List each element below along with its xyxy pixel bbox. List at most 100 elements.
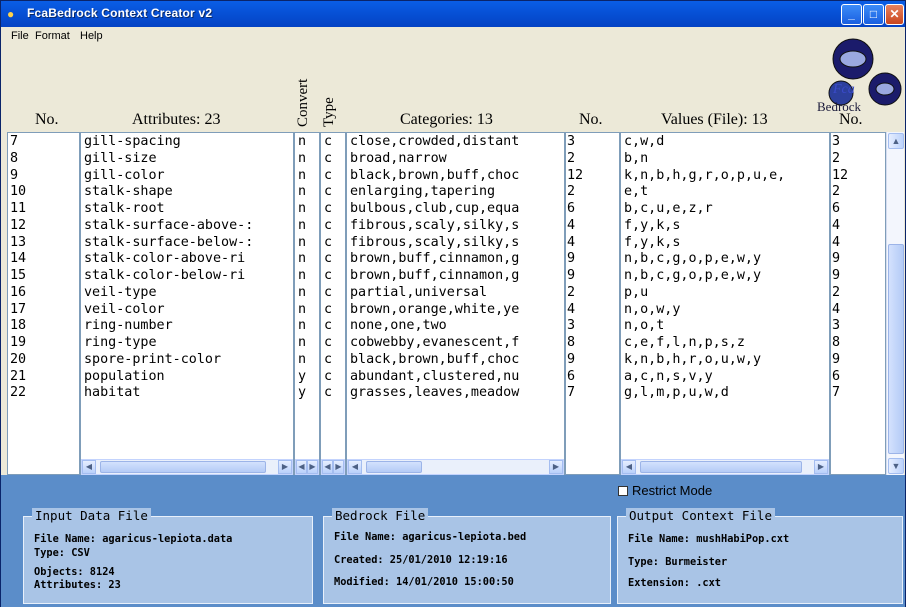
attribute-name-cell[interactable]: habitat	[81, 385, 293, 401]
values-cell[interactable]: n,o,t	[621, 318, 829, 334]
type-cell[interactable]: c	[321, 318, 345, 334]
convert-cell[interactable]: n	[295, 302, 319, 318]
attribute-name-cell[interactable]: ring-number	[81, 318, 293, 334]
scroll-left-icon[interactable]: ◀	[82, 460, 96, 474]
categories-cell[interactable]: partial,universal	[347, 285, 564, 301]
attribute-name-cell[interactable]: gill-color	[81, 168, 293, 184]
scroll-thumb[interactable]	[888, 244, 904, 454]
scroll-left-icon[interactable]: ◀	[622, 460, 636, 474]
convert-cell[interactable]: y	[295, 369, 319, 385]
categories-hscrollbar[interactable]: ◀ ▶	[347, 459, 564, 475]
categories-cell[interactable]: brown,orange,white,ye	[347, 302, 564, 318]
convert-cell[interactable]: y	[295, 385, 319, 401]
scroll-right-icon[interactable]: ▶	[814, 460, 828, 474]
attribute-name-cell[interactable]: gill-size	[81, 151, 293, 167]
convert-cell[interactable]: n	[295, 318, 319, 334]
menu-help[interactable]: Help	[80, 30, 103, 42]
type-cell[interactable]: c	[321, 151, 345, 167]
attribute-name-cell[interactable]: veil-color	[81, 302, 293, 318]
convert-cell[interactable]: n	[295, 218, 319, 234]
scroll-right-icon[interactable]: ▶	[549, 460, 563, 474]
scroll-down-icon[interactable]: ▼	[888, 458, 904, 474]
convert-hscrollbar[interactable]: ◀ ▶	[295, 459, 319, 475]
attribute-name-cell[interactable]: population	[81, 369, 293, 385]
type-cell[interactable]: c	[321, 385, 345, 401]
values-cell[interactable]: k,n,b,h,g,r,o,p,u,e,	[621, 168, 829, 184]
convert-cell[interactable]: n	[295, 134, 319, 150]
scroll-thumb[interactable]	[366, 461, 422, 473]
categories-cell[interactable]: bulbous,club,cup,equa	[347, 201, 564, 217]
scroll-right-icon[interactable]: ▶	[333, 460, 344, 474]
categories-cell[interactable]: black,brown,buff,choc	[347, 352, 564, 368]
categories-cell[interactable]: cobwebby,evanescent,f	[347, 335, 564, 351]
scroll-left-icon[interactable]: ◀	[348, 460, 362, 474]
categories-cell[interactable]: broad,narrow	[347, 151, 564, 167]
convert-cell[interactable]: n	[295, 251, 319, 267]
scroll-up-icon[interactable]: ▲	[888, 133, 904, 149]
scroll-right-icon[interactable]: ▶	[278, 460, 292, 474]
categories-cell[interactable]: grasses,leaves,meadow	[347, 385, 564, 401]
scroll-thumb[interactable]	[640, 461, 802, 473]
type-cell[interactable]: c	[321, 251, 345, 267]
values-cell[interactable]: b,n	[621, 151, 829, 167]
values-cell[interactable]: n,b,c,g,o,p,e,w,y	[621, 251, 829, 267]
type-cell[interactable]: c	[321, 302, 345, 318]
type-cell[interactable]: c	[321, 369, 345, 385]
values-cell[interactable]: f,y,k,s	[621, 235, 829, 251]
minimize-button[interactable]: _	[841, 4, 862, 25]
convert-cell[interactable]: n	[295, 168, 319, 184]
attribute-name-cell[interactable]: spore-print-color	[81, 352, 293, 368]
type-cell[interactable]: c	[321, 134, 345, 150]
attribute-name-cell[interactable]: gill-spacing	[81, 134, 293, 150]
type-cell[interactable]: c	[321, 235, 345, 251]
attribute-name-cell[interactable]: ring-type	[81, 335, 293, 351]
close-button[interactable]: ✕	[885, 4, 904, 25]
categories-cell[interactable]: brown,buff,cinnamon,g	[347, 268, 564, 284]
type-cell[interactable]: c	[321, 352, 345, 368]
scroll-right-icon[interactable]: ▶	[307, 460, 318, 474]
title-bar[interactable]: ● FcaBedrock Context Creator v2 _ □ ✕	[1, 1, 905, 27]
categories-cell[interactable]: abundant,clustered,nu	[347, 369, 564, 385]
checkbox-box[interactable]	[618, 486, 628, 496]
values-cell[interactable]: f,y,k,s	[621, 218, 829, 234]
type-cell[interactable]: c	[321, 218, 345, 234]
categories-cell[interactable]: none,one,two	[347, 318, 564, 334]
attribute-name-cell[interactable]: stalk-surface-above-:	[81, 218, 293, 234]
attribute-name-cell[interactable]: stalk-shape	[81, 184, 293, 200]
type-cell[interactable]: c	[321, 335, 345, 351]
categories-cell[interactable]: close,crowded,distant	[347, 134, 564, 150]
type-cell[interactable]: c	[321, 201, 345, 217]
menu-format[interactable]: Format	[35, 30, 70, 42]
values-cell[interactable]: n,o,w,y	[621, 302, 829, 318]
categories-cell[interactable]: fibrous,scaly,silky,s	[347, 218, 564, 234]
categories-cell[interactable]: brown,buff,cinnamon,g	[347, 251, 564, 267]
type-cell[interactable]: c	[321, 168, 345, 184]
values-hscrollbar[interactable]: ◀ ▶	[621, 459, 829, 475]
table-vscrollbar[interactable]: ▲ ▼	[886, 132, 904, 475]
convert-cell[interactable]: n	[295, 285, 319, 301]
type-cell[interactable]: c	[321, 285, 345, 301]
convert-cell[interactable]: n	[295, 184, 319, 200]
scroll-left-icon[interactable]: ◀	[322, 460, 333, 474]
convert-cell[interactable]: n	[295, 268, 319, 284]
convert-cell[interactable]: n	[295, 352, 319, 368]
attribute-name-cell[interactable]: veil-type	[81, 285, 293, 301]
attribute-name-cell[interactable]: stalk-color-below-ri	[81, 268, 293, 284]
values-cell[interactable]: c,w,d	[621, 134, 829, 150]
type-cell[interactable]: c	[321, 268, 345, 284]
convert-cell[interactable]: n	[295, 335, 319, 351]
categories-cell[interactable]: black,brown,buff,choc	[347, 168, 564, 184]
values-cell[interactable]: g,l,m,p,u,w,d	[621, 385, 829, 401]
scroll-left-icon[interactable]: ◀	[296, 460, 307, 474]
attributes-hscrollbar[interactable]: ◀ ▶	[81, 459, 293, 475]
convert-cell[interactable]: n	[295, 151, 319, 167]
values-cell[interactable]: k,n,b,h,r,o,u,w,y	[621, 352, 829, 368]
attribute-name-cell[interactable]: stalk-surface-below-:	[81, 235, 293, 251]
attribute-name-cell[interactable]: stalk-root	[81, 201, 293, 217]
scroll-thumb[interactable]	[100, 461, 266, 473]
categories-cell[interactable]: enlarging,tapering	[347, 184, 564, 200]
convert-cell[interactable]: n	[295, 235, 319, 251]
values-cell[interactable]: n,b,c,g,o,p,e,w,y	[621, 268, 829, 284]
menu-file[interactable]: File	[11, 30, 29, 42]
convert-cell[interactable]: n	[295, 201, 319, 217]
